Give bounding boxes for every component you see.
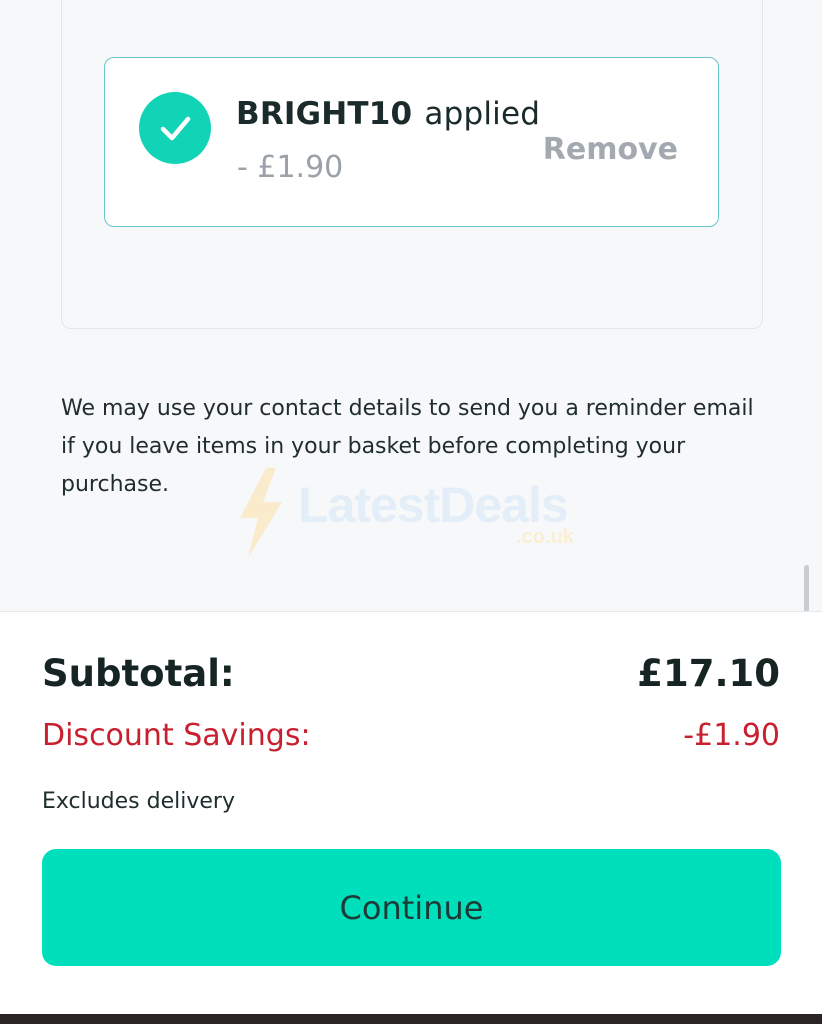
order-summary: Subtotal: £17.10 Discount Savings: -£1.9…: [0, 611, 822, 1014]
applied-coupon-box: BRIGHT10 applied - £1.90 Remove: [104, 57, 719, 227]
checkmark-icon: [139, 92, 211, 164]
discount-row: Discount Savings: -£1.90: [42, 718, 780, 753]
coupon-status: applied: [424, 96, 541, 132]
coupon-discount-amount: - £1.90: [237, 150, 344, 185]
discount-label: Discount Savings:: [42, 718, 311, 753]
subtotal-value: £17.10: [637, 652, 780, 695]
coupon-code: BRIGHT10: [236, 96, 413, 132]
checkout-page: BRIGHT10 applied - £1.90 Remove We may u…: [0, 0, 822, 1024]
remove-coupon-button[interactable]: Remove: [543, 132, 678, 167]
continue-button[interactable]: Continue: [42, 849, 781, 966]
subtotal-label: Subtotal:: [42, 652, 235, 695]
coupon-title: BRIGHT10 applied: [236, 96, 540, 132]
watermark-domain: .co.uk: [516, 526, 574, 548]
subtotal-row: Subtotal: £17.10: [42, 652, 780, 695]
discount-value: -£1.90: [683, 718, 780, 753]
bottom-edge-bar: [0, 1014, 822, 1024]
excludes-delivery-note: Excludes delivery: [42, 789, 235, 814]
reminder-email-notice: We may use your contact details to send …: [61, 396, 754, 497]
